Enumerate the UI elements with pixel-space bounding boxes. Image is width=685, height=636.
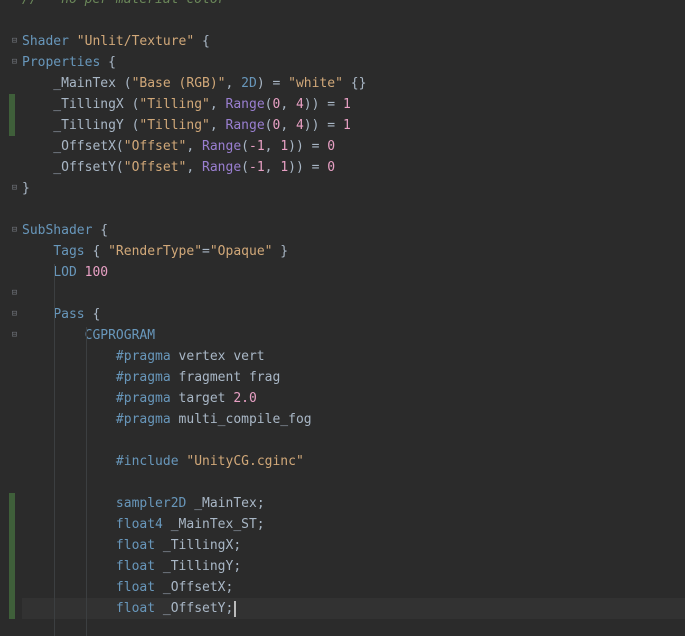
code-line[interactable]: Properties { (22, 52, 685, 73)
fold-toggle-icon[interactable]: ⊟ (10, 58, 19, 67)
code-line[interactable] (22, 10, 685, 31)
fold-toggle-icon[interactable]: ⊟ (10, 37, 19, 46)
code-line[interactable] (22, 283, 685, 304)
code-line[interactable]: _TillingX ("Tilling", Range(0, 4)) = 1 (22, 94, 685, 115)
code-editor[interactable]: // - no per-material color Shader "Unlit/… (0, 0, 685, 636)
fold-toggle-icon[interactable]: ⊟ (10, 310, 19, 319)
code-line[interactable]: _MainTex ("Base (RGB)", 2D) = "white" {} (22, 73, 685, 94)
code-line[interactable]: #pragma fragment frag (22, 367, 685, 388)
code-line[interactable] (22, 199, 685, 220)
code-line[interactable] (22, 430, 685, 451)
text-caret (234, 600, 237, 617)
code-line[interactable]: float _TillingY; (22, 556, 685, 577)
code-line[interactable]: float4 _MainTex_ST; (22, 514, 685, 535)
code-line[interactable] (22, 472, 685, 493)
code-line[interactable]: SubShader { (22, 220, 685, 241)
code-line[interactable]: #pragma target 2.0 (22, 388, 685, 409)
code-line[interactable]: float _OffsetY; (22, 598, 685, 619)
code-line[interactable]: sampler2D _MainTex; (22, 493, 685, 514)
indent-guide (86, 327, 87, 636)
code-line[interactable]: float _OffsetX; (22, 577, 685, 598)
code-line[interactable]: _TillingY ("Tilling", Range(0, 4)) = 1 (22, 115, 685, 136)
fold-toggle-icon[interactable]: ⊟ (10, 226, 19, 235)
code-line[interactable]: Tags { "RenderType"="Opaque" } (22, 241, 685, 262)
code-line[interactable]: float _TillingX; (22, 535, 685, 556)
code-line[interactable]: #include "UnityCG.cginc" (22, 451, 685, 472)
modified-lines-marker (9, 493, 15, 619)
code-line[interactable] (22, 619, 685, 636)
indent-guide (54, 264, 55, 636)
fold-toggle-icon[interactable]: ⊟ (10, 331, 19, 340)
code-line[interactable]: CGPROGRAM (22, 325, 685, 346)
code-line[interactable]: Shader "Unlit/Texture" { (22, 31, 685, 52)
fold-toggle-icon[interactable]: ⊟ (10, 289, 19, 298)
modified-lines-marker (9, 94, 15, 136)
code-line[interactable]: _OffsetY("Offset", Range(-1, 1)) = 0 (22, 157, 685, 178)
code-line[interactable]: Pass { (22, 304, 685, 325)
code-line[interactable]: _OffsetX("Offset", Range(-1, 1)) = 0 (22, 136, 685, 157)
code-line[interactable]: // - no per-material color (22, 0, 685, 10)
code-line[interactable]: #pragma multi_compile_fog (22, 409, 685, 430)
code-line[interactable]: #pragma vertex vert (22, 346, 685, 367)
code-line[interactable]: } (22, 178, 685, 199)
fold-toggle-icon[interactable]: ⊟ (10, 184, 19, 193)
code-line[interactable]: LOD 100 (22, 262, 685, 283)
